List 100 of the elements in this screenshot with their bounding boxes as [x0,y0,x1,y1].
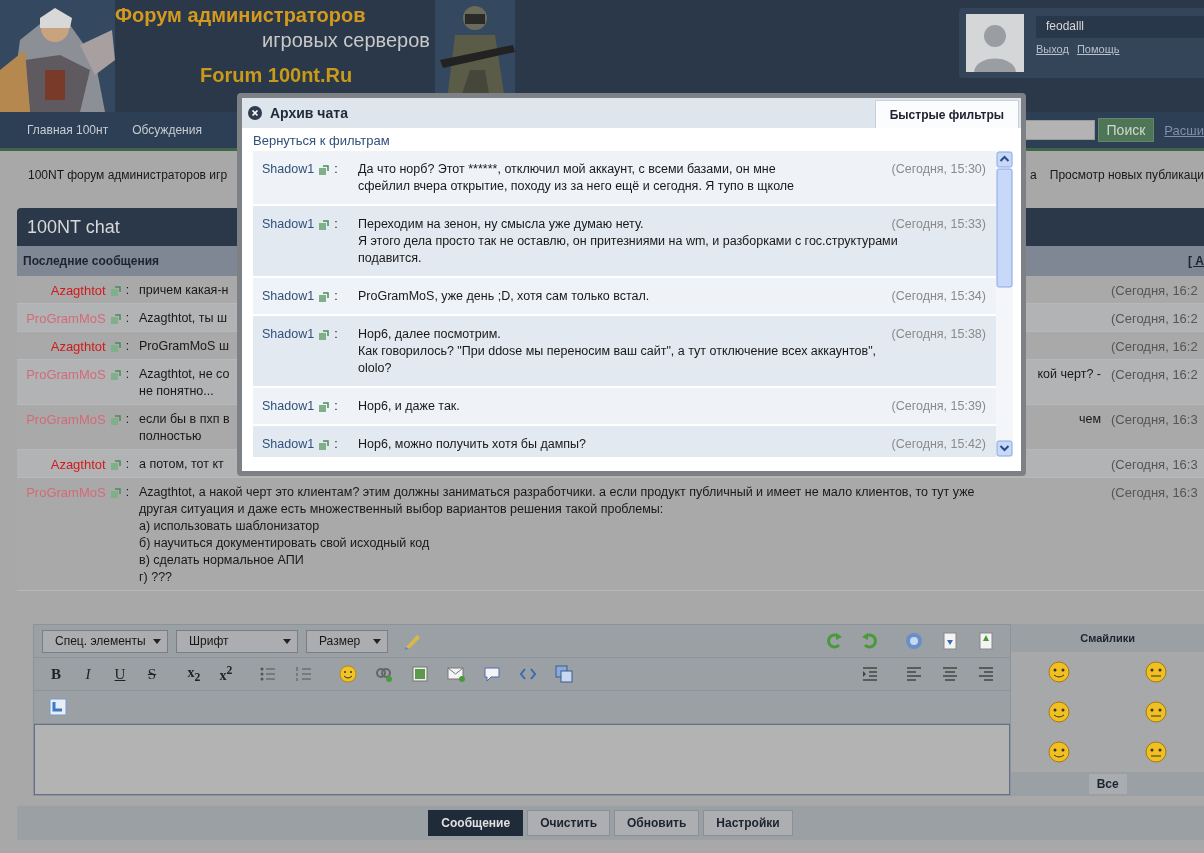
breadcrumb-link[interactable]: Просмотр новых публикаци [1049,168,1204,182]
smiley-icon[interactable] [1047,700,1072,724]
message-text: ProGramMoS, уже день ;D, хотя сам только встал. [358,288,651,305]
message-text: Да что норб? Этот ******, отключил мой аккаунт, с всеми базами, он мне [358,161,777,178]
logo-title: Форум администраторов [115,4,367,27]
user-name[interactable]: feodalll [1036,16,1204,38]
colon: : [334,326,338,343]
message-time: (Сегодня, 16:3 [1110,411,1199,429]
message-time: (Сегодня, 16:2 [1110,366,1199,384]
email-icon[interactable] [446,664,466,684]
colon: : [334,288,338,305]
smiley-icon[interactable] [1143,740,1168,764]
message-time: (Сегодня, 15:30) [891,161,987,178]
action-button[interactable]: Сообщение [428,810,524,836]
close-icon[interactable] [248,106,262,120]
action-button[interactable]: Настройки [703,810,793,836]
format-button[interactable]: I [74,665,102,683]
user-name[interactable]: Shadow1 [262,436,315,453]
message-time: (Сегодня, 16:3 [1110,484,1199,502]
message-text: ProGramMoS ш [139,338,229,355]
message-text: если бы в пхп в [139,411,230,428]
message-text: подавится. [358,250,423,267]
message-text: причем какая-н [139,282,229,299]
caret-icon [373,638,381,644]
message-text: другая ситуация и даже есть множественный выбор вариантов решения такой проблемы: [139,501,665,518]
colon: : [125,366,129,383]
copy-icon[interactable] [554,664,574,684]
speech-bubble-icon[interactable] [482,664,502,684]
colon: : [125,456,129,473]
smiley-icon[interactable] [1047,660,1072,684]
user-link[interactable]: Помощь [1076,43,1120,55]
format-button[interactable]: x$_{2}$ [180,664,208,684]
dropdown[interactable]: Размер [306,629,388,653]
colon: : [334,436,338,453]
numbered-list-icon[interactable] [294,664,314,684]
message-text: Azagthtot, не со [139,366,230,383]
caret-icon [153,638,161,644]
message-time: (Сегодня, 15:42) [891,436,987,453]
logo-text: Forum 100nt.Ru [200,64,354,87]
logo-subtitle: игровых серверов [261,29,430,52]
nav-link[interactable]: Обсуждения [132,123,202,137]
message-time: (Сегодня, 15:38) [891,326,987,343]
message-text: Как говорилось? "При ddose мы переносим ваш сайт", а тут отключение всех аккаунтов", [358,343,878,360]
dialog-title: Архив чата [270,105,348,121]
image-icon[interactable] [410,664,430,684]
user-name[interactable]: Shadow1 [262,288,315,305]
smiley-icon[interactable] [1047,740,1072,764]
user-name[interactable]: Shadow1 [262,161,315,178]
colon: : [125,310,129,327]
message-time: (Сегодня, 16:2 [1110,282,1199,299]
message-text: ololo? [358,360,393,377]
message-text: Azagthtot, ты ш [139,310,227,327]
filter-tab[interactable]: Быстрые фильтры [874,100,1019,128]
message-text: г) ??? [139,569,174,586]
message-time: (Сегодня, 16:2 [1110,338,1199,355]
message-text: сфейлил вчера открытие, походу из за него ещё и сегодня. Я тупо в щколе [358,178,796,195]
all-smilies-button[interactable]: Все [1088,774,1127,794]
breadcrumb-link[interactable]: а [1030,168,1037,182]
colon: : [125,338,129,355]
message-text: чем [1078,411,1101,428]
message-time: (Сегодня, 16:3 [1110,456,1199,473]
nav-link[interactable]: Главная 100нт [27,123,109,137]
message-time: (Сегодня, 15:34) [891,288,987,305]
user-name[interactable]: Shadow1 [262,398,315,415]
smiley-icon[interactable] [338,664,358,684]
user-name[interactable]: Shadow1 [262,326,315,343]
scrollbar[interactable] [996,151,1013,457]
colon: : [125,282,129,299]
dropdown[interactable]: Шрифт [176,629,298,653]
caret-icon [283,638,291,644]
search-button[interactable]: Поиск [1097,118,1155,142]
message-input[interactable] [34,724,1011,795]
format-button[interactable]: S [138,665,166,683]
colon: : [334,398,338,415]
format-button[interactable]: B [42,665,70,683]
message-text: Нор6, можно получить хотя бы дампы? [358,436,588,453]
message-time: (Сегодня, 16:2 [1110,310,1199,327]
message-text: Azagthtot, а накой черт это клиентам? этим должны заниматься разработчики. а если продукт публичный и имеет не мало клиентов, то тут уже [139,484,975,501]
smiley-icon[interactable] [1143,700,1168,724]
message-time: (Сегодня, 15:39) [891,398,987,415]
message-text: Нор6, далее посмотрим. [358,326,502,343]
back-link[interactable]: Вернуться к фильтрам [253,133,390,148]
message-time: (Сегодня, 15:33) [891,216,987,233]
format-button[interactable]: U [106,665,134,683]
subheader-label: Последние сообщения [23,254,160,268]
action-button[interactable]: Очистить [527,810,610,836]
user-link[interactable]: Выход [1036,43,1069,55]
message-text: не понятно... [139,383,215,400]
dropdown[interactable]: Спец. элементы [42,629,168,653]
action-button[interactable]: Обновить [614,810,700,836]
smilies-title: Смайлики [1011,624,1204,652]
message-text: Переходим на зенон, ну смысла уже думаю нету. [358,216,645,233]
format-button[interactable]: x$^{2}$ [212,664,240,684]
subheader-link[interactable]: [ А [1188,254,1204,268]
colon: : [334,216,338,233]
message-text: кой черт? - [1037,366,1101,383]
breadcrumb-link[interactable]: 100NT форум администраторов игр [28,168,228,182]
smiley-icon[interactable] [1143,660,1168,684]
message-text: а потом, тот кт [139,456,224,473]
user-name[interactable]: Shadow1 [262,216,315,233]
